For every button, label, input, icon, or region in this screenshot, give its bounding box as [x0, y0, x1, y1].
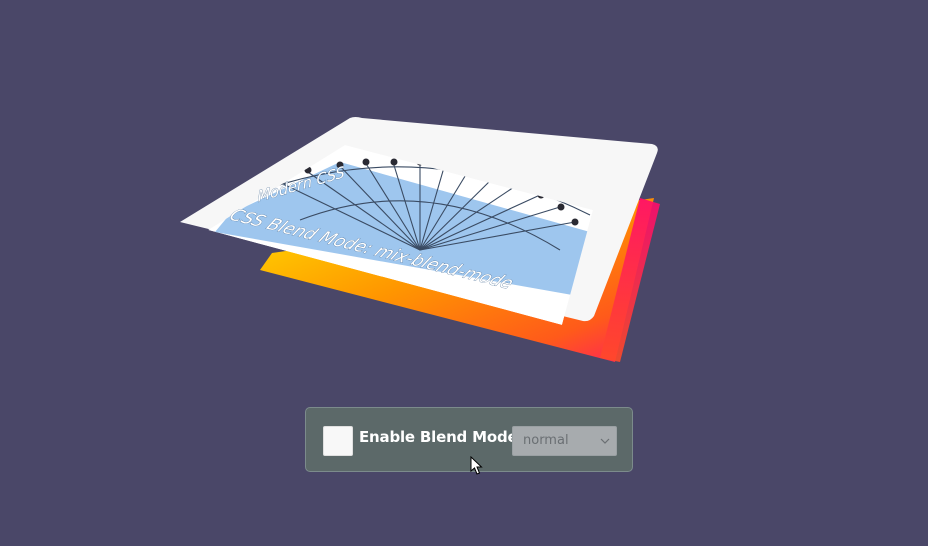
blend-mode-select-value: normal: [523, 433, 569, 448]
mouse-pointer-icon: [470, 456, 483, 475]
enable-blend-label: Enable Blend Mode: [359, 428, 518, 446]
enable-blend-checkbox[interactable]: [323, 426, 353, 456]
demo-stage: Modern CSS CSS Blend Mode: mix-blend-mod…: [0, 0, 928, 546]
chevron-down-icon: [600, 438, 610, 444]
blend-mode-select[interactable]: normal: [512, 426, 617, 456]
blend-control-panel: Enable Blend Mode normal: [305, 407, 633, 472]
